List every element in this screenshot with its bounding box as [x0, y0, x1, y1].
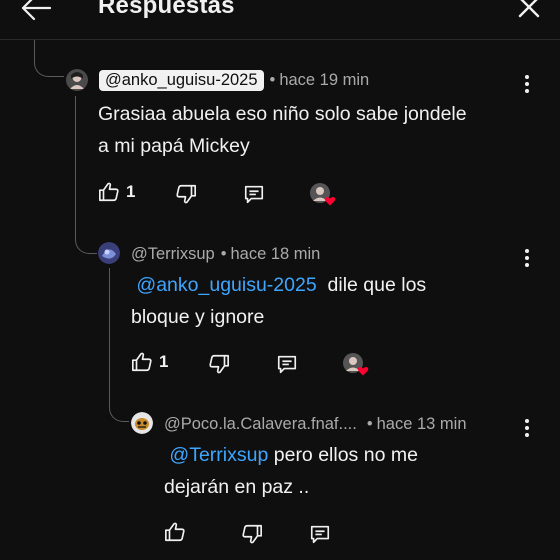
like-button[interactable]: 1 — [131, 351, 168, 373]
thread-connector — [109, 392, 129, 422]
dislike-button[interactable] — [175, 183, 197, 205]
close-button[interactable] — [516, 0, 542, 20]
creator-heart-badge — [310, 183, 336, 206]
separator-dot: • — [269, 71, 276, 89]
thread-connector — [75, 96, 76, 226]
kebab-dot-icon — [525, 419, 529, 423]
timestamp: hace 13 min — [376, 415, 467, 433]
page-title: Respuestas — [98, 0, 235, 19]
comment-text: @anko_uguisu-2025 dile que los bloque y … — [131, 269, 426, 333]
thread-connector — [109, 268, 110, 396]
author-handle[interactable]: @Poco.la.Calavera.fnaf.... — [164, 415, 357, 434]
dislike-button[interactable] — [241, 523, 263, 545]
kebab-dot-icon — [525, 75, 529, 79]
dislike-button[interactable] — [208, 353, 230, 375]
kebab-dot-icon — [525, 82, 529, 86]
kebab-dot-icon — [525, 249, 529, 253]
comment-text-line: @Terrixsup pero ellos no me — [164, 439, 418, 471]
thumbs-up-icon — [165, 522, 185, 542]
comment-reply-icon — [244, 185, 264, 204]
kebab-dot-icon — [525, 89, 529, 93]
comment-text-fragment: dile que los — [327, 274, 427, 296]
avatar[interactable] — [131, 412, 153, 434]
comment-text: @Terrixsup pero ellos no me dejarán en p… — [164, 439, 418, 503]
back-button[interactable] — [18, 0, 54, 24]
arrow-left-icon — [21, 0, 52, 21]
author-chip[interactable]: @anko_uguisu-2025 — [99, 70, 264, 91]
mention-link[interactable]: @Terrixsup — [169, 444, 268, 466]
comment-text-line: a mi papá Mickey — [98, 135, 250, 157]
timestamp: hace 18 min — [230, 245, 321, 263]
comment-text: Grasiaa abuela eso niño solo sabe jondel… — [98, 98, 467, 162]
comment-meta: @Poco.la.Calavera.fnaf.... • hace 13 min — [164, 415, 467, 434]
mention-link[interactable]: @anko_uguisu-2025 — [136, 274, 316, 296]
comment-text-line: Grasiaa abuela eso niño solo sabe jondel… — [98, 103, 467, 125]
comment-text-line: dejarán en paz .. — [164, 476, 310, 498]
thread-connector — [75, 222, 97, 254]
like-button[interactable]: 1 — [98, 181, 135, 203]
kebab-dot-icon — [525, 256, 529, 260]
comment-text-fragment: pero ellos no me — [273, 444, 418, 466]
replies-header: Respuestas — [0, 0, 560, 40]
separator-dot: • — [220, 245, 227, 263]
reply-button[interactable] — [243, 183, 265, 205]
more-options-button[interactable] — [523, 75, 531, 95]
reply-button[interactable] — [276, 353, 298, 375]
kebab-dot-icon — [525, 433, 529, 437]
comment-text-line: @anko_uguisu-2025 dile que los — [131, 269, 426, 301]
comment-meta: @Terrixsup • hace 18 min — [131, 245, 320, 264]
thumbs-down-icon — [242, 524, 262, 544]
creator-heart-badge — [343, 353, 369, 376]
kebab-dot-icon — [525, 263, 529, 267]
avatar[interactable] — [98, 242, 120, 264]
thumbs-up-icon — [132, 352, 152, 372]
heart-icon — [357, 366, 369, 376]
thumbs-down-icon — [176, 184, 196, 204]
close-icon — [518, 0, 540, 18]
timestamp: hace 19 min — [279, 71, 370, 89]
avatar[interactable] — [66, 69, 88, 91]
like-button[interactable] — [164, 521, 186, 543]
comment-reply-icon — [277, 355, 297, 374]
thumbs-down-icon — [209, 354, 229, 374]
comment-reply-icon — [310, 525, 330, 544]
comment-meta: @anko_uguisu-2025 • hace 19 min — [99, 70, 369, 91]
more-options-button[interactable] — [523, 249, 531, 269]
comment-text-line: bloque y ignore — [131, 306, 265, 328]
like-count: 1 — [126, 182, 136, 201]
heart-icon — [324, 196, 336, 206]
reply-button[interactable] — [309, 523, 331, 545]
kebab-dot-icon — [525, 426, 529, 430]
thumbs-up-icon — [99, 182, 119, 202]
more-options-button[interactable] — [523, 419, 531, 439]
separator-dot: • — [366, 415, 373, 433]
thread-connector — [34, 40, 64, 77]
author-handle[interactable]: @Terrixsup — [131, 245, 215, 264]
like-count: 1 — [159, 352, 169, 371]
